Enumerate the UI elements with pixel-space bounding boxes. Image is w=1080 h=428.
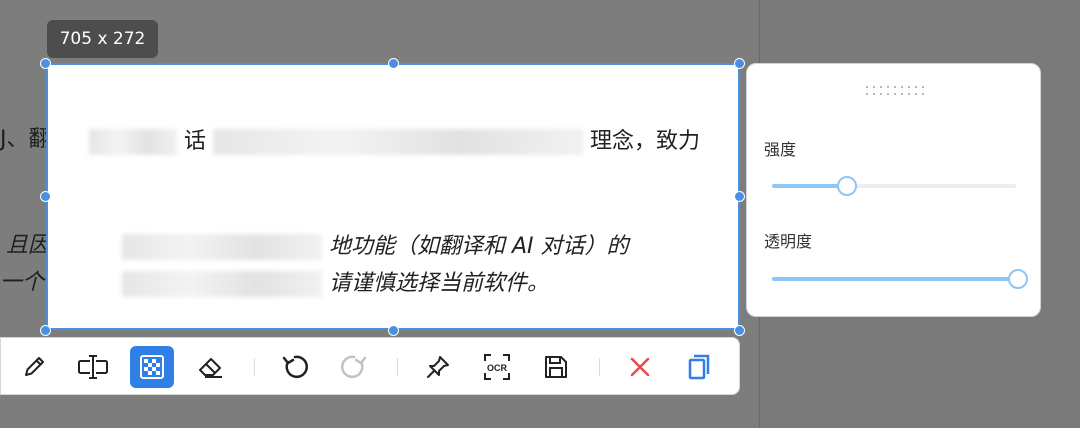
resize-handle-bottom[interactable] xyxy=(388,325,399,336)
strength-slider[interactable] xyxy=(772,176,1016,196)
resize-handle-top-right[interactable] xyxy=(734,58,745,69)
toolbar-divider xyxy=(397,358,398,376)
resize-handle-bottom-right[interactable] xyxy=(734,325,745,336)
selection-text-line-3: 请谨慎选择当前软件。 xyxy=(122,265,549,297)
undo-button[interactable] xyxy=(273,346,317,388)
selection-text-fragment: 地功能（如翻译和 AI 对话）的 xyxy=(329,234,629,259)
selection-text-fragment: 理念，致力 xyxy=(590,129,701,154)
toolbar-divider xyxy=(599,358,600,376)
pin-button[interactable] xyxy=(416,346,460,388)
selection-text-fragment: 请谨慎选择当前软件。 xyxy=(329,271,550,296)
opacity-slider[interactable] xyxy=(772,269,1028,289)
eraser-button[interactable] xyxy=(189,346,233,388)
mosaic-block xyxy=(122,271,322,297)
opacity-label: 透明度 xyxy=(764,232,813,251)
strength-slider-fill xyxy=(772,184,846,188)
selection-text-fragment: 话 xyxy=(184,129,207,154)
copy-button[interactable] xyxy=(677,346,721,388)
screenshot-toolbar: OCR xyxy=(0,337,740,395)
screenshot-selection-region[interactable]: 话 理念，致力 地功能（如翻译和 AI 对话）的 请谨慎选择当前软件。 xyxy=(46,63,740,330)
mosaic-settings-panel: 强度 透明度 xyxy=(746,63,1041,317)
pencil-icon xyxy=(25,357,44,376)
resize-handle-top-left[interactable] xyxy=(40,58,51,69)
redo-button[interactable] xyxy=(332,346,376,388)
resize-handle-right[interactable] xyxy=(734,191,745,202)
ocr-icon-label: OCR xyxy=(487,363,508,373)
selection-text-line-2: 地功能（如翻译和 AI 对话）的 xyxy=(122,228,629,260)
strength-label: 强度 xyxy=(764,140,797,159)
toolbar-divider xyxy=(254,358,255,376)
text-cursor-icon xyxy=(78,355,108,379)
resize-handle-bottom-left[interactable] xyxy=(40,325,51,336)
redo-icon xyxy=(341,355,367,379)
ocr-button[interactable]: OCR xyxy=(475,346,519,388)
mosaic-icon xyxy=(140,355,164,379)
strength-slider-thumb[interactable] xyxy=(837,176,858,196)
resize-handle-left[interactable] xyxy=(40,191,51,202)
undo-icon xyxy=(282,355,308,379)
pencil-button[interactable] xyxy=(12,346,56,388)
opacity-slider-thumb[interactable] xyxy=(1008,269,1028,289)
mosaic-block xyxy=(89,129,177,155)
resize-handle-top[interactable] xyxy=(388,58,399,69)
selection-text-line-1: 话 理念，致力 xyxy=(89,123,700,155)
ocr-icon: OCR xyxy=(484,354,510,380)
eraser-icon xyxy=(199,358,222,378)
cancel-button[interactable] xyxy=(618,346,662,388)
pin-icon xyxy=(427,356,449,378)
opacity-slider-fill xyxy=(772,277,1016,281)
copy-icon xyxy=(688,354,710,380)
close-icon xyxy=(630,357,650,377)
save-icon xyxy=(545,356,567,378)
text-tool-button[interactable] xyxy=(71,346,115,388)
mosaic-block xyxy=(122,234,322,260)
drag-handle-icon[interactable] xyxy=(865,85,925,97)
selection-size-badge: 705 x 272 xyxy=(47,20,158,58)
mosaic-block xyxy=(213,129,584,155)
mosaic-button[interactable] xyxy=(130,346,174,388)
save-button[interactable] xyxy=(534,346,578,388)
